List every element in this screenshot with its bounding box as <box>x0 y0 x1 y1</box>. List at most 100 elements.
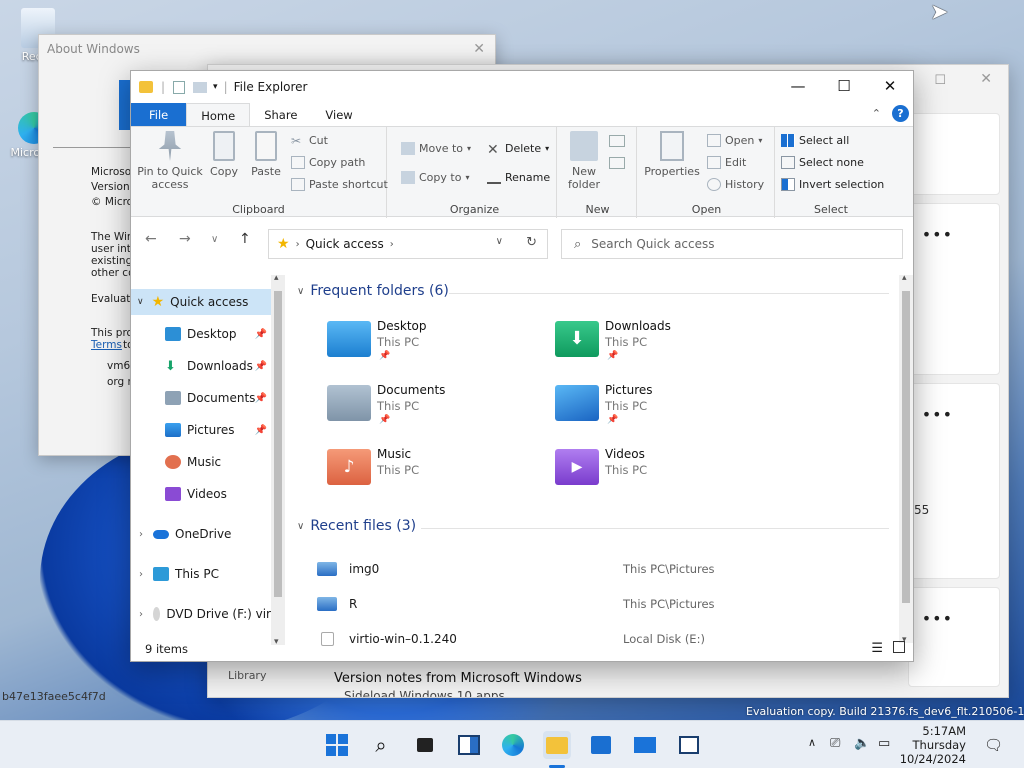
network-icon[interactable]: ⎚ <box>830 736 840 751</box>
tab-file[interactable]: File <box>131 103 187 127</box>
nav-item-dvd-drive[interactable]: › DVD Drive (F:) vir <box>131 601 271 627</box>
search-taskbar-icon[interactable]: ⌕ <box>367 731 395 759</box>
history-button[interactable]: History <box>707 178 764 191</box>
recent-files-header[interactable]: ∨ Recent files (3) <box>297 518 416 534</box>
about-close-icon[interactable]: ✕ <box>473 41 485 57</box>
search-box[interactable]: ⌕ Search Quick access <box>561 229 903 259</box>
notification-icon[interactable]: 🗨 <box>984 736 1003 754</box>
easy-access-icon[interactable] <box>609 157 625 169</box>
address-path[interactable]: Quick access <box>306 237 384 251</box>
tab-share[interactable]: Share <box>250 103 311 127</box>
large-icons-view-icon[interactable] <box>893 641 905 653</box>
pin-to-quick-access-button[interactable]: Pin to Quick access <box>135 131 205 191</box>
folder-tile-desktop[interactable]: Desktop This PC 📌 <box>327 315 547 367</box>
edit-button[interactable]: Edit <box>707 156 746 169</box>
paste-button[interactable]: Paste <box>247 131 285 178</box>
refresh-icon[interactable]: ↻ <box>526 235 537 250</box>
terms-link[interactable]: Terms <box>91 339 122 351</box>
system-clock[interactable]: 5:17AM Thursday 10/24/2024 <box>900 724 966 766</box>
move-to-button[interactable]: Move to ▾ <box>401 142 471 155</box>
properties-button[interactable]: Properties <box>641 131 703 178</box>
rename-button[interactable]: Rename <box>487 171 550 184</box>
edge-taskbar-icon[interactable] <box>499 731 527 759</box>
settings-close-icon[interactable]: ✕ <box>980 71 992 87</box>
settings-maximize-icon[interactable]: ☐ <box>934 73 946 88</box>
close-icon[interactable]: ✕ <box>867 71 913 101</box>
start-button[interactable] <box>323 731 351 759</box>
address-dropdown-icon[interactable]: ∨ <box>496 236 503 247</box>
minimize-icon[interactable]: — <box>775 71 821 101</box>
collapse-chevron-icon[interactable]: ∨ <box>297 521 304 532</box>
content-scrollbar-thumb[interactable] <box>902 291 910 603</box>
collapse-chevron-icon[interactable]: ∨ <box>297 286 304 297</box>
frequent-folders-header[interactable]: ∨ Frequent folders (6) <box>297 283 449 299</box>
select-all-button[interactable]: Select all <box>781 134 849 147</box>
up-arrow-icon[interactable]: ↑ <box>239 231 251 247</box>
mail-icon[interactable] <box>631 731 659 759</box>
more-options-icon[interactable]: ••• <box>922 225 953 244</box>
back-arrow-icon[interactable]: ← <box>145 231 157 247</box>
nav-scrollbar[interactable]: ▴ ▾ <box>271 273 285 647</box>
more-options-icon[interactable]: ••• <box>922 405 953 424</box>
new-item-icon[interactable] <box>609 135 625 147</box>
show-hidden-icons-chevron-icon[interactable]: ∧ <box>808 736 816 749</box>
nav-item-desktop[interactable]: Desktop 📌 <box>131 321 271 347</box>
recent-file-row[interactable]: R This PC\Pictures <box>317 595 877 615</box>
details-view-icon[interactable]: ☰ <box>871 641 883 656</box>
new-folder-qat-icon[interactable] <box>193 81 208 93</box>
settings-library-label[interactable]: Library <box>228 669 266 682</box>
scroll-up-icon[interactable]: ▴ <box>274 273 279 283</box>
expand-chevron-icon[interactable]: ∨ <box>137 297 144 307</box>
expand-chevron-icon[interactable]: › <box>139 609 143 620</box>
expand-chevron-icon[interactable]: › <box>139 529 143 540</box>
widgets-icon[interactable] <box>455 731 483 759</box>
display-icon[interactable]: ▭ <box>878 736 890 751</box>
tab-view[interactable]: View <box>311 103 366 127</box>
select-none-button[interactable]: Select none <box>781 156 864 169</box>
task-view-icon[interactable] <box>411 731 439 759</box>
file-explorer-window[interactable]: | ▾ | File Explorer — ☐ ✕ File Home Shar… <box>130 70 914 662</box>
nav-scrollbar-thumb[interactable] <box>274 291 282 597</box>
scroll-up-icon[interactable]: ▴ <box>902 273 907 283</box>
nav-item-onedrive[interactable]: › OneDrive <box>131 521 271 547</box>
nav-item-videos[interactable]: Videos <box>131 481 271 507</box>
collapse-ribbon-icon[interactable]: ⌃ <box>872 107 881 120</box>
recent-file-row[interactable]: img0 This PC\Pictures <box>317 560 877 580</box>
recent-locations-chevron-icon[interactable]: ∨ <box>211 234 218 245</box>
copy-button[interactable]: Copy <box>207 131 241 178</box>
address-bar[interactable]: ★ › Quick access › ∨ ↻ <box>268 229 548 259</box>
nav-item-this-pc[interactable]: › This PC <box>131 561 271 587</box>
paste-shortcut-button[interactable]: Paste shortcut <box>291 178 388 191</box>
nav-item-pictures[interactable]: Pictures 📌 <box>131 417 271 443</box>
delete-button[interactable]: ✕ Delete ▾ <box>487 142 549 158</box>
cut-button[interactable]: ✂ Cut <box>291 134 328 148</box>
folder-tile-downloads[interactable]: ⬇ Downloads This PC 📌 <box>555 315 775 367</box>
copy-path-button[interactable]: Copy path <box>291 156 365 169</box>
volume-muted-icon[interactable]: 🔈 <box>854 736 870 751</box>
nav-item-music[interactable]: Music <box>131 449 271 475</box>
nav-item-quick-access[interactable]: ∨ ★ Quick access <box>131 289 271 315</box>
content-scrollbar[interactable]: ▴ ▾ <box>899 273 913 645</box>
rename-label: Rename <box>505 171 551 184</box>
tab-home[interactable]: Home <box>186 103 251 127</box>
folder-tile-pictures[interactable]: Pictures This PC 📌 <box>555 379 775 431</box>
more-options-icon[interactable]: ••• <box>922 609 953 628</box>
new-folder-button[interactable]: New folder <box>563 131 605 191</box>
folder-tile-documents[interactable]: Documents This PC 📌 <box>327 379 547 431</box>
help-icon[interactable]: ? <box>892 105 909 122</box>
file-explorer-taskbar-icon[interactable] <box>543 731 571 759</box>
folder-tile-videos[interactable]: ▶ Videos This PC <box>555 443 775 495</box>
invert-selection-button[interactable]: Invert selection <box>781 178 884 191</box>
store-icon[interactable] <box>587 731 615 759</box>
properties-qat-icon[interactable] <box>173 80 186 94</box>
forward-arrow-icon[interactable]: → <box>179 231 191 247</box>
open-button[interactable]: Open ▾ <box>707 134 762 147</box>
expand-chevron-icon[interactable]: › <box>139 569 143 580</box>
folder-tile-music[interactable]: ♪ Music This PC <box>327 443 547 495</box>
nav-item-documents[interactable]: Documents 📌 <box>131 385 271 411</box>
nav-item-downloads[interactable]: ⬇ Downloads 📌 <box>131 353 271 379</box>
copy-to-button[interactable]: Copy to ▾ <box>401 171 469 184</box>
maximize-icon[interactable]: ☐ <box>821 71 867 101</box>
qat-dropdown-icon[interactable]: ▾ <box>213 82 218 92</box>
settings-app-icon[interactable] <box>675 731 703 759</box>
